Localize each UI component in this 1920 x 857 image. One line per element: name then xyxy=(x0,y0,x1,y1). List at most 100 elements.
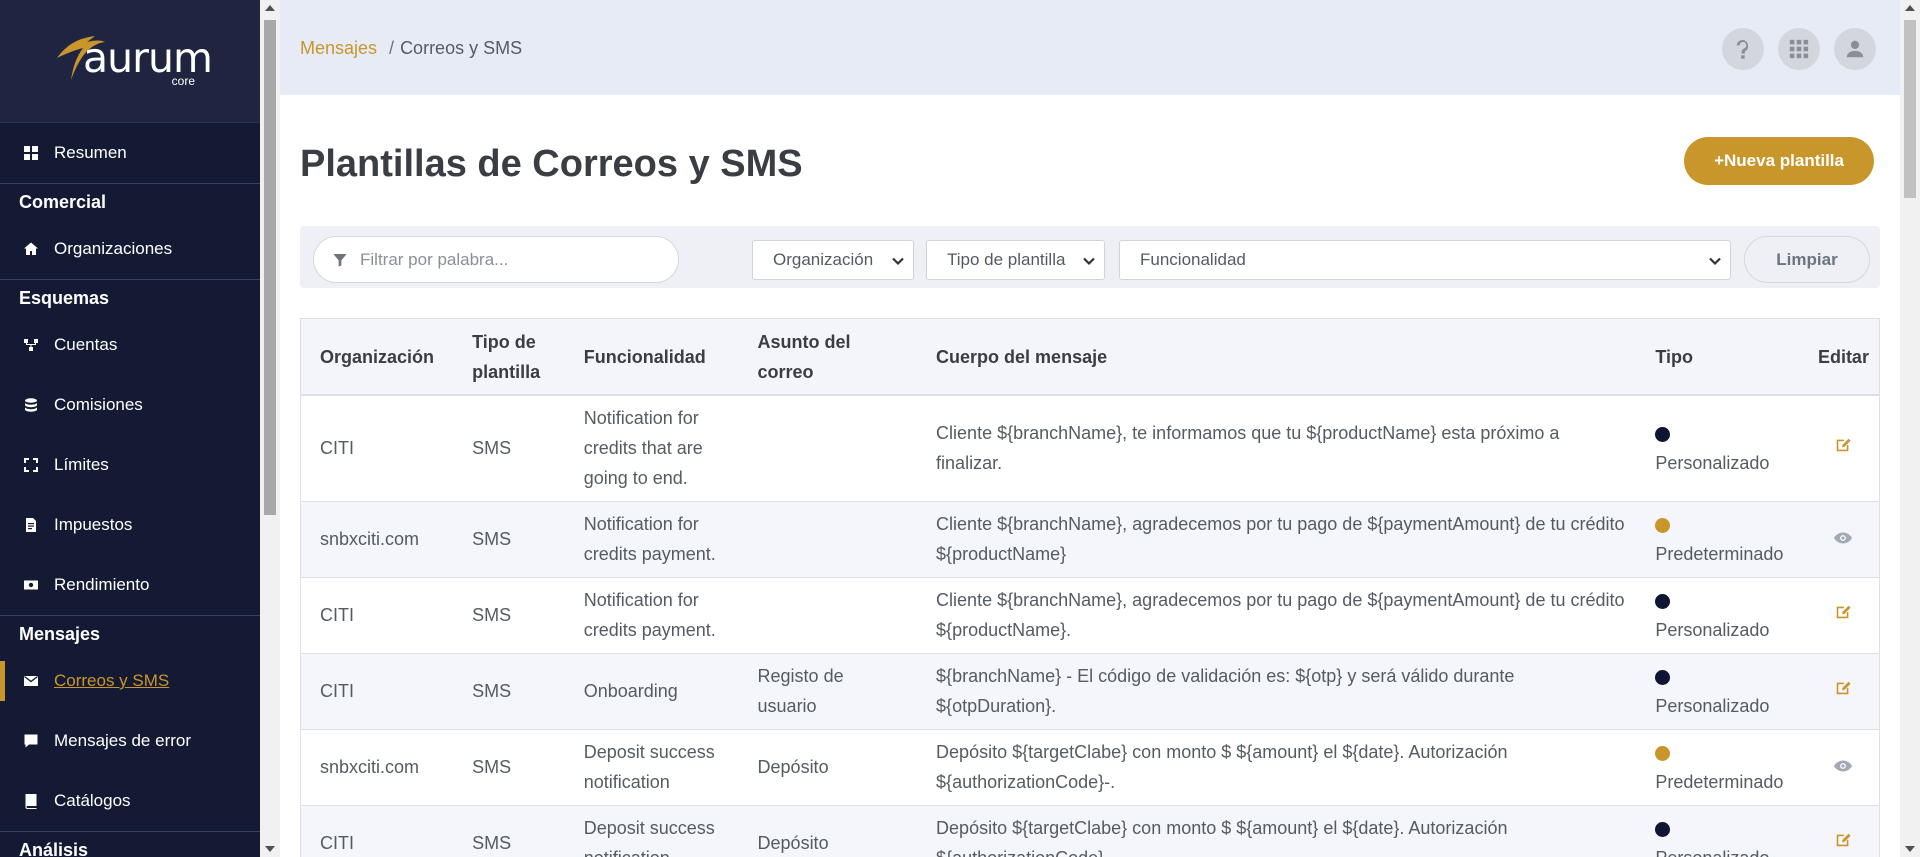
sidebar-item-rendimiento[interactable]: Rendimiento xyxy=(0,555,260,615)
scroll-down-arrow-icon[interactable] xyxy=(1905,846,1915,852)
sidebar-scrollbar[interactable] xyxy=(260,0,280,857)
kind-cell: Personalizado xyxy=(1636,577,1808,654)
kind-cell: Personalizado xyxy=(1636,395,1808,502)
sidebar-item-label: Comisiones xyxy=(54,395,143,414)
page-title: Plantillas de Correos y SMS xyxy=(300,143,803,185)
sidebar-item-label: Impuestos xyxy=(54,515,133,534)
custom-status-dot xyxy=(1655,821,1671,837)
scrollbar-thumb[interactable] xyxy=(1904,20,1916,198)
edit-icon[interactable] xyxy=(1834,438,1852,458)
home-icon xyxy=(22,240,40,258)
eye-icon[interactable] xyxy=(1833,757,1853,777)
expand-icon xyxy=(22,456,40,474)
apps-button[interactable] xyxy=(1778,28,1820,70)
org-cell: CITI xyxy=(301,577,454,654)
user-menu-button[interactable] xyxy=(1834,28,1876,70)
custom-status-dot xyxy=(1655,593,1671,609)
custom-status-dot xyxy=(1655,669,1671,685)
breadcrumb-parent-link[interactable]: Mensajes xyxy=(300,38,377,58)
scroll-up-arrow-icon[interactable] xyxy=(265,5,275,11)
chevron-down-icon xyxy=(1708,253,1722,267)
subject-cell xyxy=(738,395,918,502)
table-row[interactable]: snbxciti.com SMS Notification for credits … xyxy=(301,501,1879,578)
edit-icon[interactable] xyxy=(1834,833,1852,853)
org-cell: CITI xyxy=(301,805,454,857)
type-cell: SMS xyxy=(453,805,565,857)
scroll-down-arrow-icon[interactable] xyxy=(265,846,275,852)
sidebar-item-organizaciones[interactable]: Organizaciones xyxy=(0,219,260,279)
book-icon xyxy=(22,792,40,810)
envelope-icon xyxy=(22,672,40,690)
sidebar-item-label: Mensajes de error xyxy=(54,731,192,750)
organization-select[interactable]: Organización xyxy=(752,240,914,280)
functionality-cell: Notification for credits that are going … xyxy=(564,395,739,502)
topbar: Mensajes / Correos y SMS xyxy=(280,0,1900,95)
column-header-functionality[interactable]: Funcionalidad xyxy=(564,319,739,396)
column-header-kind[interactable]: Tipo xyxy=(1636,319,1808,396)
kind-label: Personalizado xyxy=(1655,453,1770,474)
main-scrollbar[interactable] xyxy=(1900,0,1920,857)
body-cell: Depósito ${targetClabe} con monto $ ${am… xyxy=(917,805,1637,857)
edit-icon[interactable] xyxy=(1834,605,1852,625)
sidebar-item-resumen[interactable]: Resumen xyxy=(0,123,260,183)
table-row[interactable]: CITI SMS Notification for credits that are… xyxy=(301,395,1879,502)
edit-icon[interactable] xyxy=(1834,681,1852,701)
table-row[interactable]: CITI SMS Notification for credits payment.… xyxy=(301,577,1879,654)
action-cell xyxy=(1807,501,1879,578)
eye-icon[interactable] xyxy=(1833,529,1853,549)
sidebar-item-comisiones[interactable]: Comisiones xyxy=(0,375,260,435)
column-header-edit: Editar xyxy=(1807,319,1879,396)
kind-label: Personalizado xyxy=(1655,848,1769,857)
column-header-subject[interactable]: Asunto del correo xyxy=(738,319,918,396)
table-row[interactable]: CITI SMS Onboarding Registo de usuario ${bra… xyxy=(301,653,1879,730)
custom-status-dot xyxy=(1655,427,1671,442)
sidebar-item-mensajes-de-error[interactable]: Mensajes de error xyxy=(0,711,260,771)
scrollbar-thumb[interactable] xyxy=(264,20,276,515)
template-type-select[interactable]: Tipo de plantilla xyxy=(926,240,1105,280)
body-cell: ${branchName} - El código de validación … xyxy=(917,653,1637,730)
default-status-dot xyxy=(1655,517,1671,533)
money-bill-icon xyxy=(22,576,40,594)
sidebar-item-impuestos[interactable]: Impuestos xyxy=(0,495,260,555)
chevron-down-icon xyxy=(891,253,905,267)
sidebar-item-label: Rendimiento xyxy=(54,575,150,594)
subject-cell xyxy=(738,501,918,578)
new-template-button[interactable]: +Nueva plantilla xyxy=(1684,137,1874,185)
subject-cell xyxy=(738,577,918,654)
sidebar-section-esquemas: Esquemas xyxy=(0,279,260,315)
action-cell xyxy=(1807,805,1879,857)
functionality-select[interactable]: Funcionalidad xyxy=(1119,240,1731,280)
table-row[interactable]: snbxciti.com SMS Deposit success notificat… xyxy=(301,729,1879,806)
filter-bar: Organización Tipo de plantilla Funcional… xyxy=(300,226,1880,288)
column-header-template-type[interactable]: Tipo de plantilla xyxy=(453,319,565,396)
table-row[interactable]: CITISMSDeposit success notificationDepós… xyxy=(301,805,1879,857)
sidebar-item-label: Catálogos xyxy=(54,791,131,810)
sidebar-section-comercial: Comercial xyxy=(0,183,260,219)
type-cell: SMS xyxy=(453,653,565,730)
aurum-logo[interactable]: aurum core xyxy=(45,26,215,96)
sidebar-item-límites[interactable]: Límites xyxy=(0,435,260,495)
topbar-actions xyxy=(1722,28,1876,70)
action-cell xyxy=(1807,653,1879,730)
action-cell xyxy=(1807,577,1879,654)
kind-label: Predeterminado xyxy=(1655,772,1784,792)
sidebar-item-label: Límites xyxy=(54,455,109,474)
column-header-organization[interactable]: Organización xyxy=(301,319,454,396)
sidebar-item-catálogos[interactable]: Catálogos xyxy=(0,771,260,831)
table-header-row: Organización Tipo de plantilla Funcional… xyxy=(301,319,1879,396)
help-button[interactable] xyxy=(1722,28,1764,70)
sidebar-item-correos-y-sms[interactable]: Correos y SMS xyxy=(0,651,260,711)
search-input[interactable] xyxy=(360,249,660,270)
column-header-body[interactable]: Cuerpo del mensaje xyxy=(917,319,1637,396)
org-cell: CITI xyxy=(301,653,454,730)
type-cell: SMS xyxy=(453,729,565,806)
sidebar-item-cuentas[interactable]: Cuentas xyxy=(0,315,260,375)
scroll-up-arrow-icon[interactable] xyxy=(1905,5,1915,11)
body-cell: Cliente ${branchName}, te informamos que… xyxy=(917,395,1637,502)
clear-filters-button[interactable]: Limpiar xyxy=(1744,236,1870,283)
subject-cell: Depósito xyxy=(738,805,918,857)
search-box[interactable] xyxy=(313,236,679,283)
logo-sub: core xyxy=(171,74,195,88)
chevron-down-icon xyxy=(1082,253,1096,267)
sidebar-nav: Resumen Comercial Organizaciones Esquemas Cu… xyxy=(0,123,260,857)
